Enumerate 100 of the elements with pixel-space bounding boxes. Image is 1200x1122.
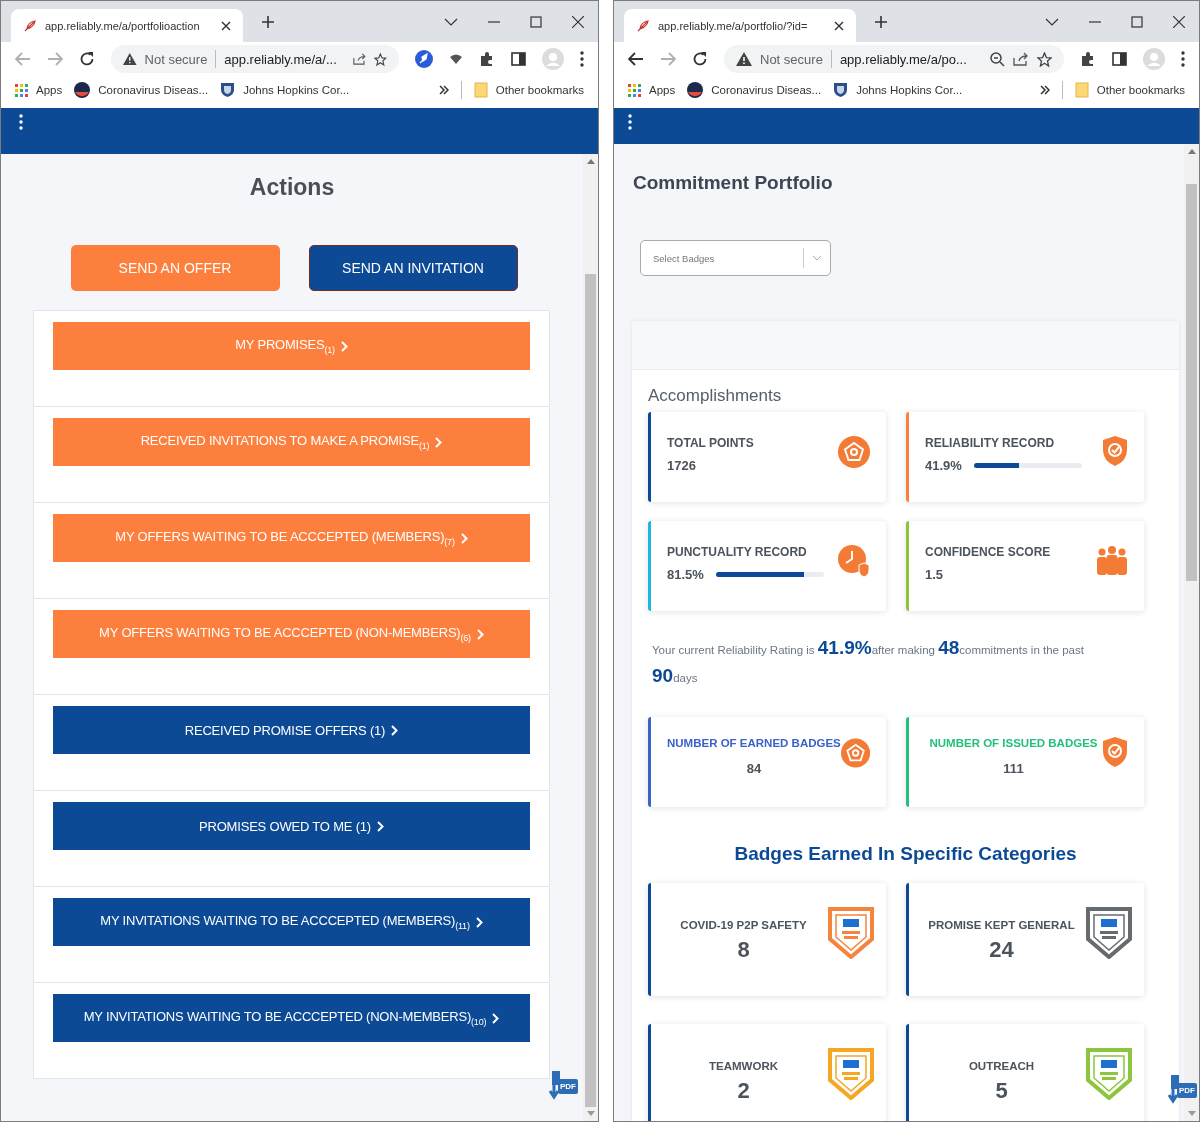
action-button[interactable]: MY INVITATIONS WAITING TO BE ACCCEPTED (NON-MEMBERS)$_{(10)}$ <box>53 994 530 1042</box>
section-title: Accomplishments <box>648 386 783 406</box>
document-arrow-icon <box>548 1071 562 1101</box>
badge-count-label: NUMBER OF ISSUED BADGES <box>928 737 1099 749</box>
stat-value: 1.5 <box>925 567 944 582</box>
warning-icon <box>123 52 137 66</box>
chevrons-icon[interactable] <box>1039 85 1050 95</box>
badge-count-value: 84 <box>745 761 763 776</box>
stat-label: RELIABILITY RECORD <box>925 436 1056 450</box>
back-icon[interactable] <box>628 52 644 66</box>
people-icon <box>1096 545 1128 575</box>
chevron-right-icon <box>492 1012 500 1024</box>
category-label: TEAMWORK <box>708 1060 779 1072</box>
chevron-right-icon <box>476 628 484 640</box>
folder-icon <box>1074 82 1089 98</box>
close-icon[interactable] <box>572 15 584 28</box>
browser-tab[interactable]: app.reliably.me/a/portfolio/?id= <box>624 9 856 42</box>
new-tab-icon[interactable] <box>261 14 275 29</box>
action-button[interactable]: MY INVITATIONS WAITING TO BE ACCCEPTED (MEMBERS)$_{(11)}$ <box>53 898 530 946</box>
reliability-summary: Your current Reliability Rating is 41.9%after making 48commitments in the past 90days <box>652 636 1085 688</box>
shield-icon <box>220 82 236 98</box>
new-tab-icon[interactable] <box>874 14 888 29</box>
bookmark-link[interactable]: Apps <box>628 83 676 97</box>
maximize-icon[interactable] <box>1131 15 1143 28</box>
rocket-icon[interactable] <box>415 50 433 68</box>
chevron-right-icon <box>435 436 443 448</box>
feather-icon <box>636 18 650 33</box>
url-text: app.reliably.me/a/... <box>224 51 337 67</box>
action-button[interactable]: SEND AN INVITATION <box>308 245 518 291</box>
chevron-down-icon <box>812 255 822 261</box>
page-title: Commitment Portfolio <box>633 172 834 194</box>
star-icon[interactable] <box>1037 51 1052 67</box>
pdf-download-button[interactable]: PDF <box>548 1071 578 1101</box>
share-icon[interactable] <box>352 52 367 66</box>
bookmark-link[interactable]: Johns Hopkins Cor... <box>220 82 350 98</box>
section-heading: Badges Earned In Specific Categories <box>733 843 1078 865</box>
badge-count-label: NUMBER OF EARNED BADGES <box>667 737 841 749</box>
close-icon[interactable] <box>1173 15 1185 28</box>
category-count: 5 <box>994 1078 1009 1104</box>
category-count: 2 <box>736 1078 751 1104</box>
bookmark-link[interactable]: Apps <box>15 83 63 97</box>
security-label: Not secure <box>144 51 208 67</box>
side-panel-icon[interactable] <box>1112 52 1127 66</box>
select-placeholder: Select Badges <box>653 252 716 264</box>
menu-icon[interactable] <box>19 114 23 130</box>
warning-icon <box>736 52 752 66</box>
address-bar[interactable]: Not secure app.reliably.me/a/... <box>111 45 399 73</box>
category-count: 24 <box>988 937 1015 963</box>
url-text: app.reliably.me/a/po... <box>839 51 967 67</box>
stat-value: 1726 <box>667 458 696 473</box>
reload-icon[interactable] <box>692 51 708 67</box>
pentagon-badge-icon <box>838 436 870 468</box>
grid-icon <box>15 83 28 97</box>
bookmark-folder[interactable]: Other bookmarks <box>473 82 584 98</box>
chevrons-icon[interactable] <box>438 85 449 95</box>
scrollbar[interactable] <box>583 154 598 1121</box>
circle-icon <box>74 82 91 98</box>
close-icon[interactable] <box>834 20 844 31</box>
side-panel-icon[interactable] <box>511 52 526 66</box>
security-label: Not secure <box>760 51 823 67</box>
chevron-right-icon <box>475 916 483 928</box>
scroll-up-icon[interactable] <box>586 159 595 164</box>
bookmark-folder[interactable]: Other bookmarks <box>1074 82 1185 98</box>
shield-icon <box>833 82 849 98</box>
stat-label: PUNCTUALITY RECORD <box>667 545 808 559</box>
chevron-down-icon[interactable] <box>1045 16 1059 27</box>
action-button[interactable]: RECEIVED PROMISE OFFERS (1) <box>53 706 530 754</box>
chevron-down-icon[interactable] <box>444 16 458 27</box>
address-bar[interactable]: Not secure app.reliably.me/a/po... <box>724 45 1064 73</box>
scroll-up-icon[interactable] <box>1187 149 1196 154</box>
puzzle-icon[interactable] <box>479 51 495 67</box>
badge-count-value: 111 <box>1002 761 1025 776</box>
shield-check-icon <box>1102 436 1128 466</box>
wifi-icon[interactable] <box>449 53 463 65</box>
document-arrow-icon <box>1167 1075 1181 1105</box>
star-icon[interactable] <box>374 51 387 67</box>
action-button[interactable]: PROMISES OWED TO ME (1) <box>53 802 530 850</box>
maximize-icon[interactable] <box>530 15 542 28</box>
share-icon[interactable] <box>1013 52 1029 66</box>
zoom-icon[interactable] <box>990 51 1005 67</box>
folder-icon <box>473 82 488 98</box>
close-icon[interactable] <box>221 20 231 31</box>
browser-tab[interactable]: app.reliably.me/a/portfolioaction <box>11 9 243 42</box>
shield-check-icon <box>1102 737 1128 767</box>
bookmark-link[interactable]: Johns Hopkins Cor... <box>833 82 963 98</box>
page-title: Actions <box>248 174 336 201</box>
bookmark-link[interactable]: Coronavirus Diseas... <box>687 82 822 98</box>
stat-value: 81.5% <box>667 567 704 582</box>
menu-icon[interactable] <box>580 51 584 67</box>
bookmark-link[interactable]: Coronavirus Diseas... <box>74 82 209 98</box>
circle-icon <box>687 82 704 98</box>
reload-icon[interactable] <box>79 51 95 67</box>
badge-select[interactable]: Select Badges <box>640 240 831 276</box>
puzzle-icon[interactable] <box>1080 51 1096 67</box>
category-label: COVID-19 P2P SAFETY <box>679 919 808 931</box>
pdf-download-button[interactable]: PDF <box>1167 1075 1197 1105</box>
menu-icon[interactable] <box>628 114 632 130</box>
menu-icon[interactable] <box>1181 51 1185 67</box>
stat-value: 41.9% <box>925 458 962 473</box>
tab-title: app.reliably.me/a/portfolioaction <box>45 19 201 32</box>
